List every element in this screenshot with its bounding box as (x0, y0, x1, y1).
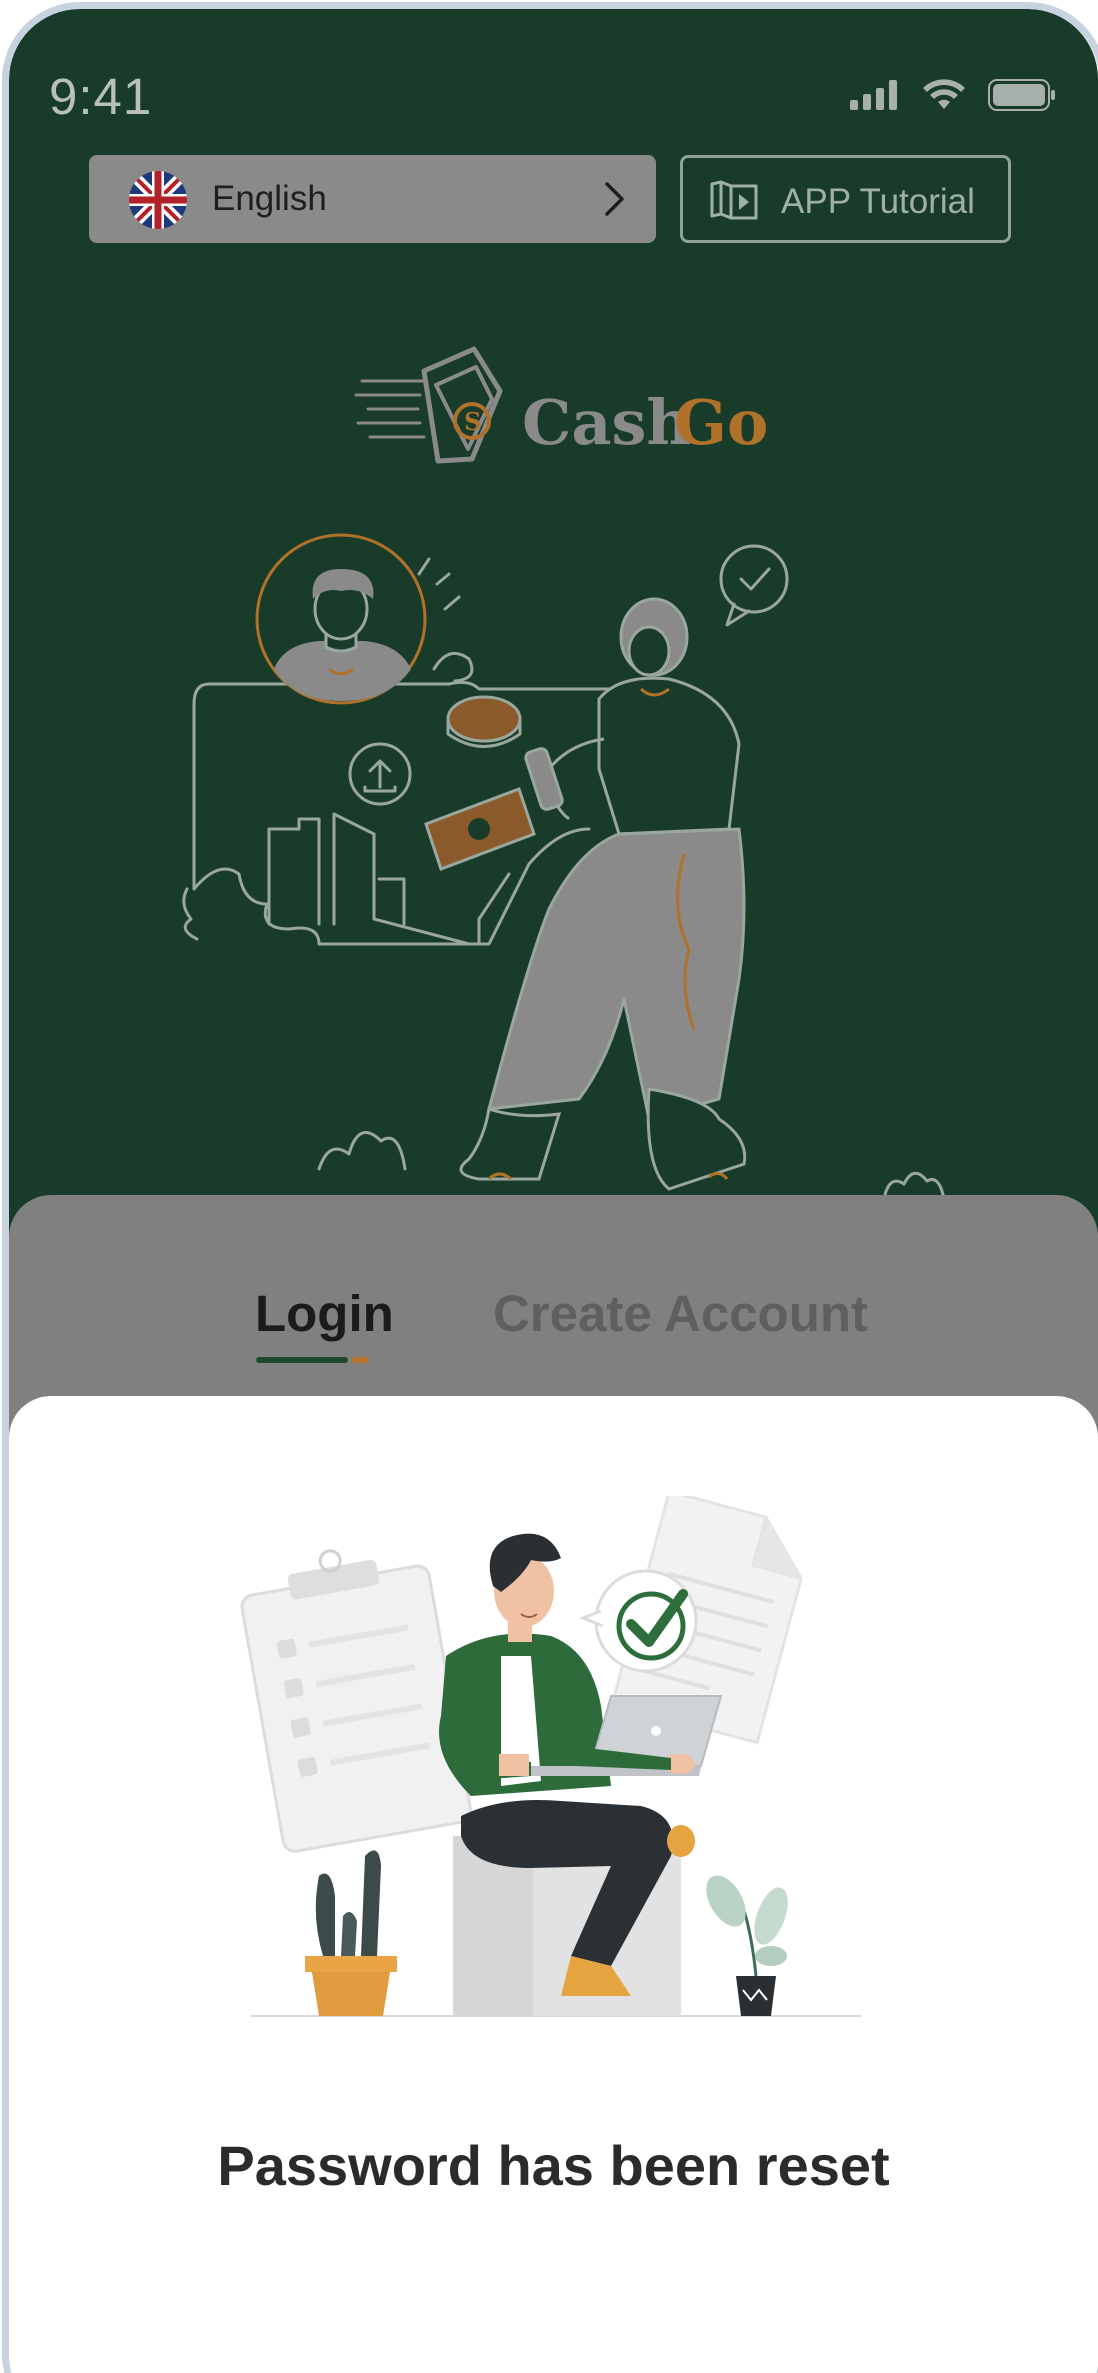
active-tab-indicator (256, 1357, 348, 1363)
app-tutorial-label: APP Tutorial (781, 182, 975, 221)
logo-text-go: Go (674, 386, 768, 459)
tab-login[interactable]: Login (255, 1284, 394, 1343)
success-illustration (240, 1496, 861, 2017)
book-play-icon (710, 180, 758, 220)
app-screen: 9:41 English APP Tutorial S Cash Go Logi… (9, 9, 1098, 2373)
language-label: English (212, 179, 327, 218)
uk-flag-icon (129, 171, 187, 229)
status-icons (850, 79, 1056, 111)
app-tutorial-button[interactable]: APP Tutorial (680, 155, 1011, 243)
hero-illustration (182, 533, 946, 1201)
signal-icon (850, 80, 897, 110)
password-reset-sheet: Password has been reset (9, 1396, 1098, 2373)
phone-screen: 9:41 English APP Tutorial S Cash Go Logi… (0, 0, 1098, 2373)
active-tab-indicator-accent (352, 1357, 369, 1363)
status-time: 9:41 (49, 68, 153, 125)
logo-text-cash: Cash (522, 386, 692, 459)
svg-text:S: S (464, 407, 481, 436)
cashgo-logo: S Cash Go (354, 341, 774, 486)
wifi-icon (923, 79, 965, 109)
battery-icon (988, 79, 1055, 111)
tab-create-account[interactable]: Create Account (493, 1284, 868, 1343)
language-selector[interactable]: English (89, 155, 656, 243)
password-reset-message: Password has been reset (217, 2134, 890, 2197)
chevron-right-icon (605, 182, 624, 216)
